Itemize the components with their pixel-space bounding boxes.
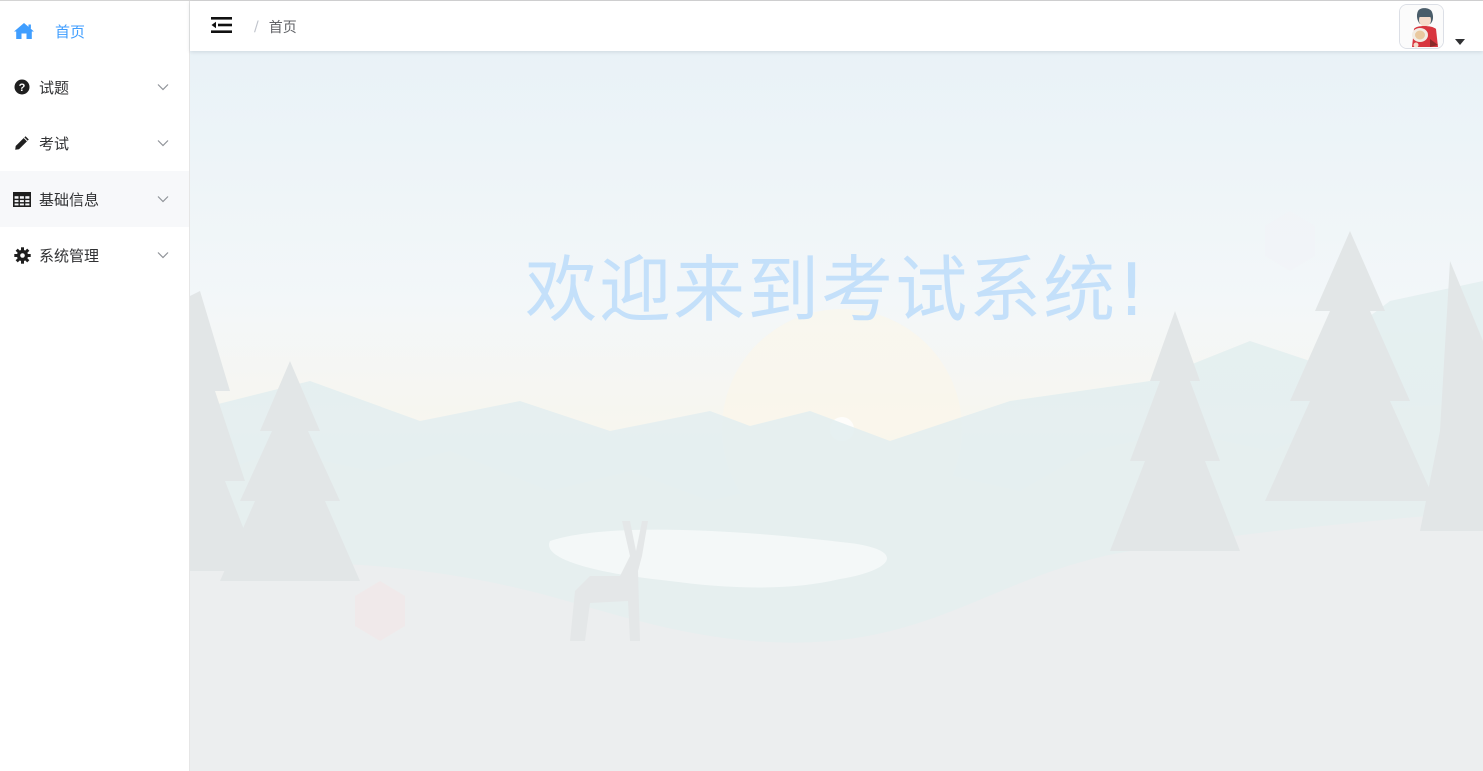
welcome-heading: 欢迎来到考试系统! [525,248,1148,332]
home-icon [13,22,35,40]
avatar[interactable] [1399,4,1444,49]
chevron-down-icon [157,195,169,203]
pencil-icon [13,134,31,152]
top-navbar: / 首页 [190,1,1483,51]
sidebar-item-label: 首页 [55,22,86,41]
sidebar-item-label: 基础信息 [39,190,100,209]
breadcrumb-separator: / [254,19,259,35]
main-content: 欢迎来到考试系统! [190,51,1483,771]
table-icon [13,190,31,208]
breadcrumb: / 首页 [254,17,297,37]
sidebar-item-label: 试题 [39,78,70,97]
landscape-background [190,211,1483,771]
sidebar-item-label: 考试 [39,134,70,153]
sidebar-item-home[interactable]: 首页 [0,3,189,59]
question-circle-icon: ? [13,78,31,96]
sidebar-item-system-admin[interactable]: 系统管理 [0,227,189,283]
chevron-down-icon [157,139,169,147]
chevron-down-icon [157,251,169,259]
sidebar-item-label: 系统管理 [39,246,100,265]
caret-down-icon [1455,39,1465,45]
gear-icon [13,246,31,264]
app-window: 首页 ? 试题 考试 基础信息 系统管理 / 首页 欢迎来到考试系统! [0,0,1483,771]
user-menu-dropdown[interactable] [1399,4,1465,50]
sidebar-item-exams[interactable]: 考试 [0,115,189,171]
chevron-down-icon [157,83,169,91]
sidebar-item-basic-info[interactable]: 基础信息 [0,171,189,227]
svg-text:?: ? [19,82,26,94]
sidebar: 首页 ? 试题 考试 基础信息 系统管理 [0,1,190,771]
sidebar-item-questions[interactable]: ? 试题 [0,59,189,115]
breadcrumb-current: 首页 [268,20,297,36]
sidebar-toggle-icon[interactable] [211,16,235,36]
